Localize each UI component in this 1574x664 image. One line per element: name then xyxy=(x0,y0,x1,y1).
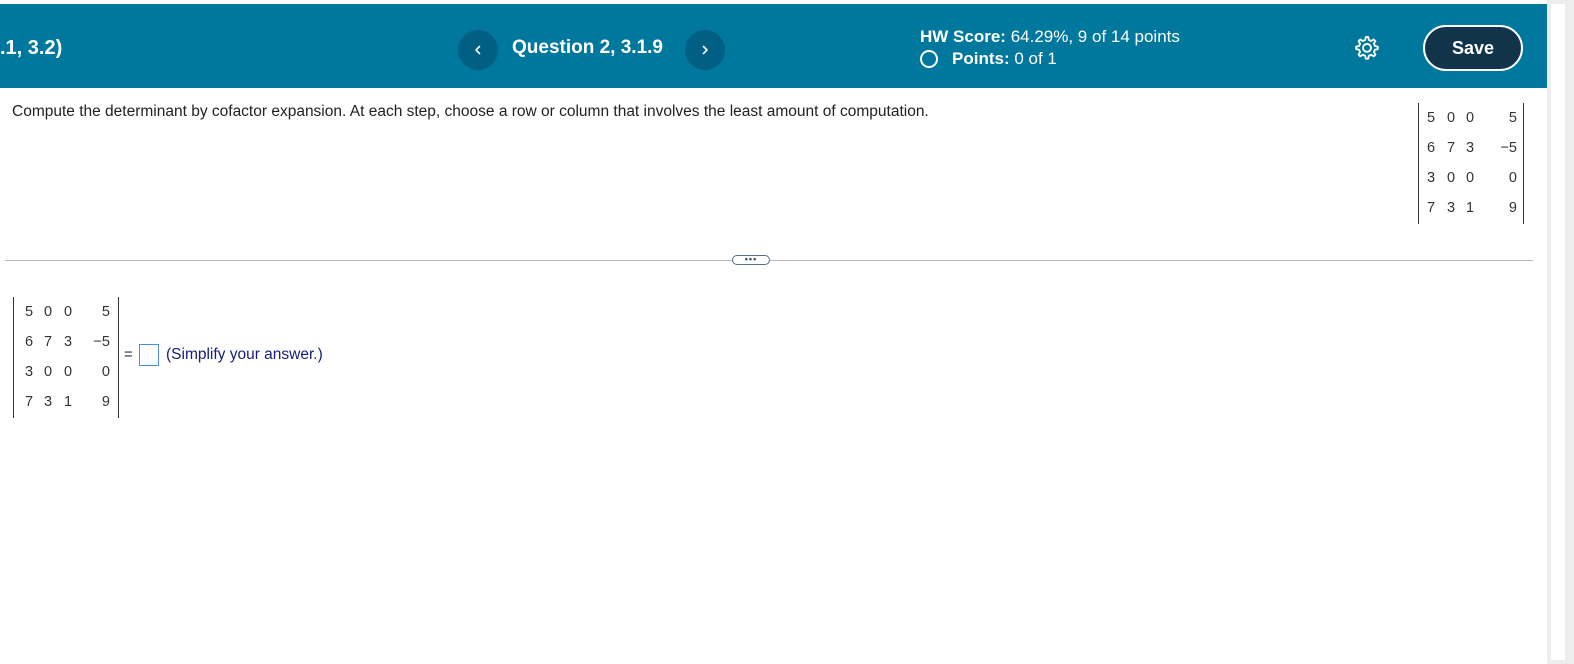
divider-handle[interactable]: ••• xyxy=(732,255,770,265)
question-header: .1, 3.2) Question 2, 3.1.9 HW Score: 64.… xyxy=(0,4,1547,88)
matrix-cell: 9 xyxy=(101,394,110,410)
hw-score: HW Score: 64.29%, 9 of 14 points xyxy=(920,27,1180,47)
matrix-cell: 0 xyxy=(1446,110,1456,126)
matrix-row: 5 0 0 5 xyxy=(1419,103,1523,133)
matrix-cell: 3 xyxy=(1465,140,1475,156)
matrix-cell: 3 xyxy=(43,394,53,410)
matrix-cell: 0 xyxy=(1465,110,1475,126)
matrix-cell: 0 xyxy=(101,364,110,380)
matrix-cell: 9 xyxy=(1508,200,1517,216)
matrix-cell: 0 xyxy=(1508,170,1517,186)
matrix-cell: 6 xyxy=(24,334,34,350)
matrix-row: 5 0 0 5 xyxy=(14,297,118,327)
chevron-left-icon xyxy=(475,45,481,55)
matrix-cell: 0 xyxy=(63,364,73,380)
question-instruction: Compute the determinant by cofactor expa… xyxy=(12,103,929,120)
matrix-row: 6 7 3 −5 xyxy=(1419,133,1523,163)
matrix-cell: 3 xyxy=(1426,170,1436,186)
points-status-icon xyxy=(920,50,938,68)
matrix-cell: 6 xyxy=(1426,140,1436,156)
matrix-cell: −5 xyxy=(1500,140,1517,156)
matrix-cell: 3 xyxy=(63,334,73,350)
matrix-cell: 7 xyxy=(43,334,53,350)
previous-question-button[interactable] xyxy=(458,30,498,70)
matrix-row: 7 3 1 9 xyxy=(1419,193,1523,223)
matrix-cell: 3 xyxy=(24,364,34,380)
next-question-button[interactable] xyxy=(685,30,725,70)
matrix-cell: 5 xyxy=(24,304,34,320)
matrix-row: 3 0 0 0 xyxy=(14,357,118,387)
hw-score-value: 64.29%, 9 of 14 points xyxy=(1010,27,1180,46)
answer-matrix: 5 0 0 5 6 7 3 −5 3 0 0 0 7 3 1 9 xyxy=(13,297,119,418)
answer-hint: (Simplify your answer.) xyxy=(166,346,323,363)
question-label: Question 2, 3.1.9 xyxy=(512,37,663,58)
scrollbar-thumb[interactable] xyxy=(1551,4,1565,660)
chevron-right-icon xyxy=(702,45,708,55)
matrix-cell: 3 xyxy=(1446,200,1456,216)
matrix-cell: 0 xyxy=(1465,170,1475,186)
hw-score-label: HW Score: xyxy=(920,27,1006,46)
matrix-cell: 5 xyxy=(1426,110,1436,126)
matrix-cell: 0 xyxy=(63,304,73,320)
matrix-cell: 7 xyxy=(1426,200,1436,216)
equals-sign: = xyxy=(124,346,133,363)
matrix-row: 3 0 0 0 xyxy=(1419,163,1523,193)
matrix-cell: 0 xyxy=(1446,170,1456,186)
matrix-cell: 0 xyxy=(43,304,53,320)
matrix-cell: 1 xyxy=(63,394,73,410)
matrix-cell: 5 xyxy=(1508,110,1517,126)
matrix-row: 6 7 3 −5 xyxy=(14,327,118,357)
matrix-cell: 0 xyxy=(43,364,53,380)
points-label: Points: xyxy=(952,49,1010,68)
assignment-title: .1, 3.2) xyxy=(0,37,63,59)
matrix-cell: 7 xyxy=(1446,140,1456,156)
gear-icon[interactable] xyxy=(1353,34,1381,62)
answer-input[interactable] xyxy=(139,344,159,366)
save-button[interactable]: Save xyxy=(1423,25,1523,71)
matrix-cell: 5 xyxy=(101,304,110,320)
matrix-cell: 7 xyxy=(24,394,34,410)
reference-matrix: 5 0 0 5 6 7 3 −5 3 0 0 0 7 3 1 9 xyxy=(1418,103,1524,224)
matrix-cell: 1 xyxy=(1465,200,1475,216)
matrix-row: 7 3 1 9 xyxy=(14,387,118,417)
points-value: 0 of 1 xyxy=(1014,49,1057,68)
matrix-cell: −5 xyxy=(93,334,110,350)
points: Points: 0 of 1 xyxy=(920,49,1057,69)
